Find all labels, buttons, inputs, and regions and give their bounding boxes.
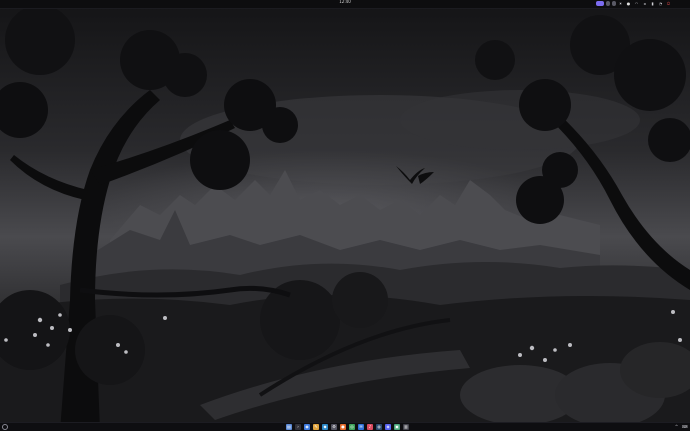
photos-icon[interactable]: ▣ (394, 424, 400, 430)
sun-icon[interactable]: ☀ (618, 1, 623, 6)
chrome-icon[interactable]: ◎ (349, 424, 355, 430)
chat-icon[interactable]: ◈ (385, 424, 391, 430)
clock-time: 12:40 (339, 0, 351, 4)
steam-icon[interactable]: ◍ (376, 424, 382, 430)
workspace-indicator-2[interactable] (606, 1, 610, 6)
record-icon[interactable]: ● (626, 1, 631, 6)
trash-icon[interactable]: ▥ (403, 424, 409, 430)
volume-icon[interactable]: ◂ (642, 1, 647, 6)
editor-icon[interactable]: ✎ (313, 424, 319, 430)
keyboard-icon[interactable]: ⌨ (682, 424, 688, 430)
taskbar-status: ^ ⌨ (674, 424, 688, 430)
wifi-icon[interactable]: ◠ (634, 1, 639, 6)
mail-icon[interactable]: ✉ (358, 424, 364, 430)
music-icon[interactable]: ♪ (367, 424, 373, 430)
bell-icon[interactable]: ◔ (658, 1, 663, 6)
dark-forest-wallpaper (0, 0, 690, 431)
workspace-switcher (596, 1, 616, 6)
top-bar: 12:40 ☀ ● ◠ ◂ ▮ ◔ ⏻ (0, 0, 690, 9)
settings-icon[interactable]: ⚙ (331, 424, 337, 430)
terminal-icon[interactable]: › (295, 424, 301, 430)
power-icon[interactable]: ⏻ (666, 1, 671, 6)
desktop: 12:40 ☀ ● ◠ ◂ ▮ ◔ ⏻ ▤ › ◉ ✎ ◆ ⚙ ● ◎ ✉ ♪ … (0, 0, 690, 431)
files-icon[interactable]: ▤ (286, 424, 292, 430)
taskbar: ▤ › ◉ ✎ ◆ ⚙ ● ◎ ✉ ♪ ◍ ◈ ▣ ▥ ^ ⌨ (0, 422, 690, 431)
browser-icon[interactable]: ◉ (304, 424, 310, 430)
store-icon[interactable]: ◆ (322, 424, 328, 430)
clock[interactable]: 12:40 (0, 0, 690, 4)
workspace-indicator-1[interactable] (596, 1, 604, 6)
firefox-icon[interactable]: ● (340, 424, 346, 430)
battery-icon[interactable]: ▮ (650, 1, 655, 6)
app-dock: ▤ › ◉ ✎ ◆ ⚙ ● ◎ ✉ ♪ ◍ ◈ ▣ ▥ (286, 424, 409, 430)
workspace-indicator-3[interactable] (612, 1, 616, 6)
chevron-up-icon[interactable]: ^ (674, 424, 679, 430)
start-icon[interactable] (2, 424, 8, 430)
system-tray: ☀ ● ◠ ◂ ▮ ◔ ⏻ (618, 1, 671, 6)
